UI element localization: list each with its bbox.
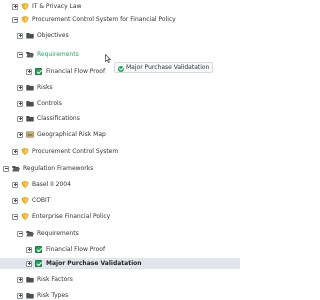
tree-item-label: COBIT: [32, 197, 51, 204]
tree-item-label: Regulation Frameworks: [23, 165, 94, 172]
expand-toggle[interactable]: [26, 68, 32, 75]
expand-toggle[interactable]: [12, 197, 18, 204]
expand-toggle[interactable]: [26, 246, 32, 253]
folder-icon: [26, 292, 34, 299]
expand-toggle[interactable]: [12, 148, 18, 155]
folder-open-icon: [26, 230, 34, 237]
tree-item-label: Basel II 2004: [32, 181, 71, 188]
expand-toggle[interactable]: [17, 100, 23, 107]
tree-item-label: Major Purchase Validatation: [46, 260, 142, 267]
check-circle-icon: [118, 65, 124, 72]
tree-row[interactable]: Major Purchase Validatation: [0, 258, 240, 269]
tree-item-label: Risks: [37, 84, 53, 91]
tree-item-label: Enterprise Financial Policy: [32, 213, 111, 220]
tree-row[interactable]: Objectives: [0, 30, 240, 41]
expand-toggle[interactable]: [17, 32, 23, 39]
tree-view: IT & Privacy Law Procurement Control Syst…: [0, 0, 240, 300]
tree-row[interactable]: Enterprise Financial Policy: [0, 211, 240, 222]
tree-row[interactable]: Requirements: [0, 228, 240, 239]
tree-item-label: Classifications: [37, 115, 80, 122]
collapse-toggle[interactable]: [3, 165, 9, 172]
tree-item-label: Requirements: [37, 51, 79, 58]
tree-row[interactable]: Classifications: [0, 113, 240, 124]
tree-row[interactable]: Financial Flow Proof: [0, 244, 240, 255]
shield-icon: [21, 213, 29, 220]
folder-icon: [26, 115, 34, 122]
shield-icon: [21, 181, 29, 188]
folder-icon: [26, 100, 34, 107]
collapse-toggle[interactable]: [17, 230, 23, 237]
folder-icon: [26, 32, 34, 39]
tree-row[interactable]: Procurement Control System: [0, 146, 240, 157]
expand-toggle[interactable]: [17, 115, 23, 122]
map-icon: [26, 131, 34, 138]
tree-row[interactable]: Risk Types: [0, 290, 240, 300]
folder-icon: [26, 84, 34, 91]
shield-icon: [21, 148, 29, 155]
expand-toggle[interactable]: [17, 84, 23, 91]
shield-icon: [21, 16, 29, 23]
check-icon: [35, 245, 42, 253]
tree-item-label: Financial Flow Proof: [46, 68, 106, 75]
tree-row[interactable]: Requirements: [0, 49, 240, 60]
tree-row[interactable]: Geographical Risk Map: [0, 129, 240, 140]
tree-row[interactable]: Controls: [0, 98, 240, 109]
tree-item-label: Procurement Control System for Financial…: [32, 16, 176, 23]
folder-icon: [26, 276, 34, 283]
tree-row[interactable]: Basel II 2004: [0, 179, 240, 190]
folder-open-icon: [12, 165, 20, 172]
tree-row[interactable]: Risks: [0, 82, 240, 93]
tree-item-label: Financial Flow Proof: [46, 246, 106, 253]
tree-item-label: Risk Factors: [37, 276, 73, 283]
collapse-toggle[interactable]: [12, 16, 18, 23]
shield-icon: [21, 197, 29, 204]
tree-row[interactable]: Regulation Frameworks: [0, 163, 240, 174]
mouse-cursor-icon: [105, 54, 111, 63]
expand-toggle[interactable]: [26, 260, 32, 267]
tree-item-label: Requirements: [37, 230, 79, 237]
tree-row[interactable]: COBIT: [0, 195, 240, 206]
tree-item-label: Procurement Control System: [32, 148, 119, 155]
tree-row[interactable]: Risk Factors: [0, 274, 240, 285]
tree-item-label: Objectives: [37, 32, 69, 39]
expand-toggle[interactable]: [12, 3, 18, 10]
expand-toggle[interactable]: [12, 181, 18, 188]
check-icon: [35, 67, 42, 75]
check-icon: [35, 259, 42, 267]
expand-toggle[interactable]: [17, 276, 23, 283]
tree-row[interactable]: Procurement Control System for Financial…: [0, 14, 240, 25]
collapse-toggle[interactable]: [17, 51, 23, 58]
drag-tooltip-label: Major Purchase Validatation: [126, 64, 210, 71]
tree-item-label: Geographical Risk Map: [37, 131, 106, 138]
tree-item-label: Controls: [37, 100, 62, 107]
tree-row[interactable]: IT & Privacy Law: [0, 1, 240, 12]
tree-item-label: Risk Types: [37, 292, 69, 299]
tree-item-label: IT & Privacy Law: [32, 3, 82, 10]
folder-open-icon: [26, 51, 34, 58]
expand-toggle[interactable]: [17, 131, 23, 138]
collapse-toggle[interactable]: [12, 213, 18, 220]
expand-toggle[interactable]: [17, 292, 23, 299]
drag-tooltip: Major Purchase Validatation: [114, 62, 214, 73]
shield-icon: [21, 3, 29, 10]
